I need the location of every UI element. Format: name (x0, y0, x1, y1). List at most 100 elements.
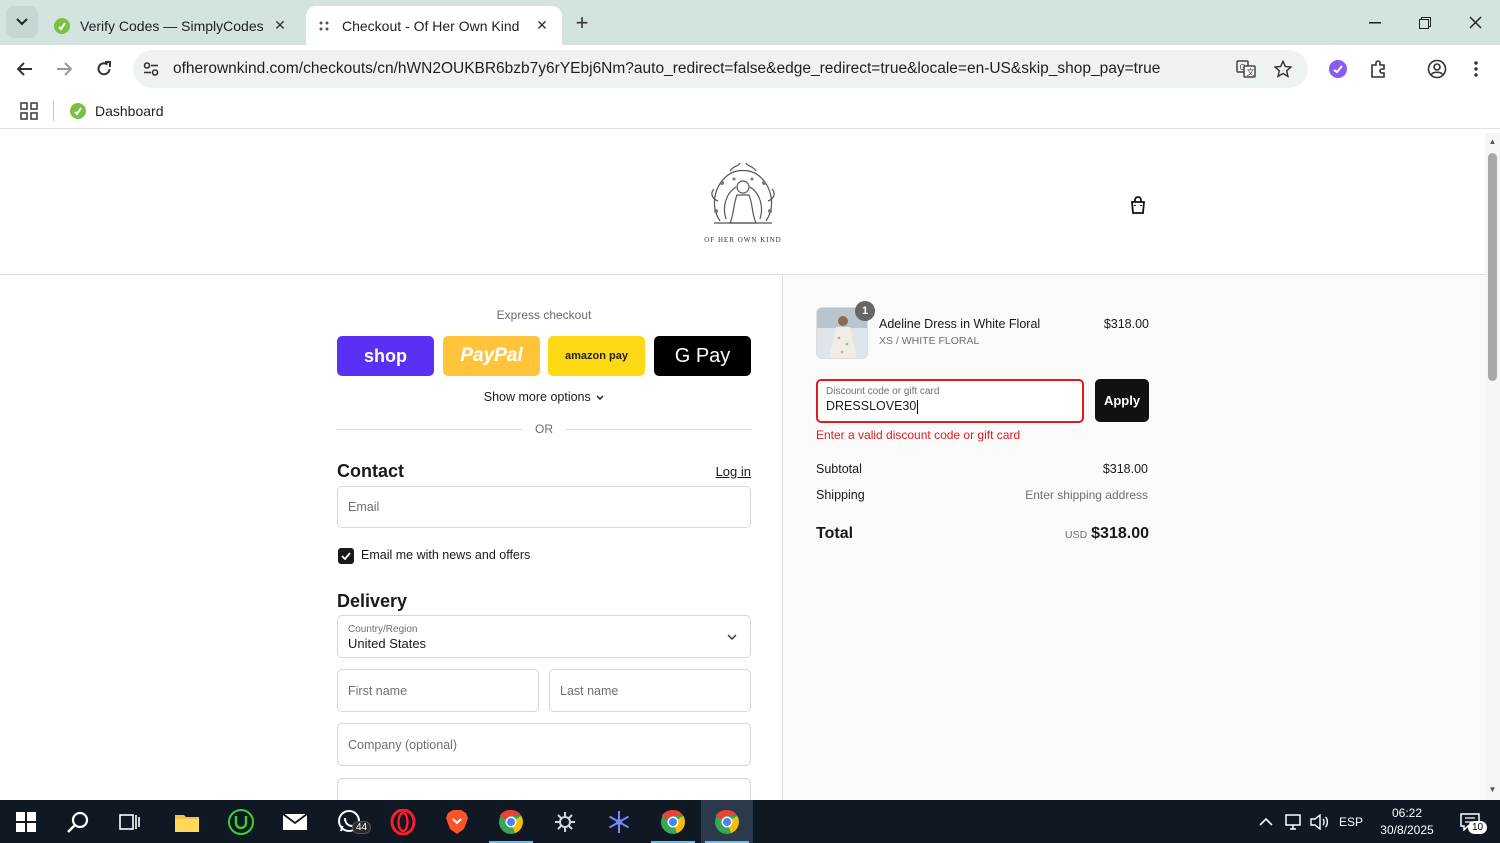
scrollbar-thumb[interactable] (1488, 153, 1497, 381)
chevron-down-icon (16, 18, 28, 26)
snowflake-icon (608, 810, 630, 833)
loading-icon (316, 18, 332, 34)
close-icon[interactable]: ✕ (532, 16, 552, 36)
shop-pay-button[interactable]: shop (337, 336, 434, 376)
mail-button[interactable] (269, 800, 321, 843)
tab-search-button[interactable] (6, 6, 38, 38)
start-button[interactable] (0, 800, 52, 843)
arrow-right-icon (57, 62, 72, 76)
shopping-bag-icon[interactable] (1128, 195, 1148, 215)
email-field[interactable]: Email (337, 486, 751, 528)
tab-checkout[interactable]: Checkout - Of Her Own Kind ✕ (306, 6, 562, 45)
bookmark-divider (53, 101, 54, 121)
url-text: ofherownkind.com/checkouts/cn/hWN2OUKBR6… (173, 60, 1160, 78)
new-tab-button[interactable]: + (570, 10, 594, 35)
extensions-puzzle-icon[interactable] (1366, 57, 1390, 81)
task-view-button[interactable] (104, 800, 156, 843)
google-pay-button[interactable]: G Pay (654, 336, 751, 376)
tab-verify-codes[interactable]: Verify Codes — SimplyCodes ✕ (44, 6, 300, 45)
notifications-button[interactable]: 10 (1452, 800, 1488, 843)
chrome-profile-button[interactable] (647, 800, 699, 843)
store-logo[interactable]: OF HER OWN KIND (700, 161, 786, 245)
site-info-icon[interactable] (141, 59, 161, 79)
network-button[interactable] (1281, 800, 1305, 843)
restore-button[interactable] (1400, 0, 1450, 45)
opera-button[interactable] (377, 800, 429, 843)
bookmark-dashboard[interactable]: Dashboard (70, 100, 164, 122)
apps-grid-icon[interactable] (20, 102, 38, 120)
brave-icon (446, 809, 468, 834)
language-indicator[interactable]: ESP (1337, 800, 1365, 843)
shipping-label: Shipping (816, 488, 865, 502)
minimize-icon (1369, 21, 1381, 23)
file-explorer-button[interactable] (161, 800, 213, 843)
tray-overflow-button[interactable] (1254, 800, 1278, 843)
close-icon (1468, 16, 1482, 29)
back-button[interactable] (9, 53, 41, 85)
address-field[interactable] (337, 778, 751, 800)
subtotal-label: Subtotal (816, 462, 862, 476)
amazon-pay-logo: amazon pay (565, 350, 628, 362)
translate-icon[interactable]: G文 (1235, 59, 1257, 79)
checkmark-icon (341, 552, 351, 560)
minimize-button[interactable] (1350, 0, 1400, 45)
last-name-placeholder: Last name (560, 684, 619, 698)
profile-icon[interactable] (1425, 57, 1449, 81)
upwork-button[interactable] (215, 800, 267, 843)
logo-illustration (711, 162, 775, 224)
arrow-left-icon (17, 62, 32, 76)
tab-bar: Verify Codes — SimplyCodes ✕ Checkout - … (0, 0, 1500, 45)
whatsapp-badge: 44 (352, 821, 372, 834)
windows-icon (16, 811, 36, 832)
company-placeholder: Company (optional) (348, 738, 458, 752)
address-bar[interactable]: ofherownkind.com/checkouts/cn/hWN2OUKBR6… (133, 50, 1308, 88)
url-host: ofherownkind.com (173, 60, 299, 77)
svg-text:文: 文 (1247, 67, 1255, 77)
restore-icon (1419, 16, 1431, 29)
show-more-options-link[interactable]: Show more options (337, 390, 751, 404)
discount-code-input[interactable]: Discount code or gift card DRESSLOVE30 (816, 379, 1084, 423)
app-button[interactable] (539, 800, 591, 843)
close-window-button[interactable] (1450, 0, 1500, 45)
folder-icon (175, 814, 199, 832)
newsletter-checkbox[interactable] (338, 548, 354, 564)
search-button[interactable] (52, 800, 104, 843)
chrome-alt-button[interactable] (485, 800, 537, 843)
brave-button[interactable] (431, 800, 483, 843)
paypal-button[interactable]: PayPal (443, 336, 540, 376)
simplycodes-icon (70, 103, 86, 119)
scroll-up-icon[interactable]: ▲ (1488, 137, 1497, 146)
forward-button[interactable] (48, 53, 80, 85)
scroll-down-icon[interactable]: ▼ (1488, 785, 1497, 794)
chevron-down-icon (596, 395, 604, 400)
whatsapp-button[interactable]: 44 (323, 800, 375, 843)
chrome-active-button[interactable] (701, 800, 753, 843)
shop-pay-logo: shop (364, 345, 407, 366)
country-select[interactable]: Country/Region United States (337, 615, 751, 658)
menu-dots-icon[interactable] (1464, 57, 1488, 81)
apply-discount-button[interactable]: Apply (1095, 379, 1149, 422)
discount-error-message: Enter a valid discount code or gift card (816, 428, 1021, 442)
page-scrollbar[interactable]: ▲ ▼ (1485, 133, 1500, 800)
product-variant: XS / WHITE FLORAL (879, 335, 980, 347)
first-name-field[interactable]: First name (337, 669, 539, 712)
reload-button[interactable] (88, 53, 120, 85)
chevron-down-icon (727, 634, 737, 640)
total-amount: $318.00 (1091, 525, 1149, 542)
total-value-wrap: USD $318.00 (1033, 525, 1149, 543)
store-header: OF HER OWN KIND (0, 133, 1485, 275)
chrome-icon (661, 809, 685, 834)
volume-button[interactable] (1308, 800, 1332, 843)
login-link[interactable]: Log in (700, 464, 751, 479)
email-placeholder: Email (348, 500, 380, 514)
last-name-field[interactable]: Last name (549, 669, 751, 712)
close-icon[interactable]: ✕ (270, 16, 290, 36)
browser-toolbar: ofherownkind.com/checkouts/cn/hWN2OUKBR6… (0, 45, 1500, 125)
amazon-pay-button[interactable]: amazon pay (548, 336, 645, 376)
extension-purple-icon[interactable] (1326, 57, 1350, 81)
discount-value: DRESSLOVE30 (826, 399, 917, 413)
snowflake-app-button[interactable] (593, 800, 645, 843)
company-field[interactable]: Company (optional) (337, 723, 751, 766)
star-icon[interactable] (1272, 59, 1294, 79)
clock[interactable]: 06:22 30/8/2025 (1372, 800, 1442, 843)
